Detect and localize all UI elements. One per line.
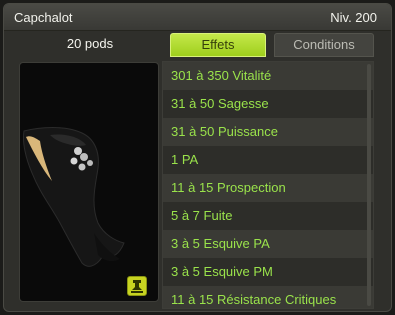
whale-hat-image — [23, 127, 125, 267]
effect-row: 5 à 7 Fuite — [163, 202, 373, 230]
item-weight: 20 pods — [66, 36, 114, 51]
item-image-frame — [19, 62, 159, 302]
effect-row: 11 à 15 Prospection — [163, 174, 373, 202]
effect-row: 1 PA — [163, 146, 373, 174]
item-tooltip-panel: Capchalot Niv. 200 20 pods Effets Condit… — [3, 3, 392, 312]
effect-row: 301 à 350 Vitalité — [163, 62, 373, 90]
set-bonus-icon[interactable] — [127, 276, 147, 296]
tab-effets[interactable]: Effets — [170, 33, 266, 57]
set-glyph-icon — [131, 280, 143, 293]
effect-row: 31 à 50 Sagesse — [163, 90, 373, 118]
effect-row: 3 à 5 Esquive PM — [163, 258, 373, 286]
tab-conditions[interactable]: Conditions — [274, 33, 374, 57]
effect-row: 3 à 5 Esquive PA — [163, 230, 373, 258]
effect-row: 31 à 50 Puissance — [163, 118, 373, 146]
item-name: Capchalot — [14, 10, 73, 25]
effects-list: 301 à 350 Vitalité 31 à 50 Sagesse 31 à … — [162, 61, 374, 309]
effect-row: 11 à 15 Résistance Critiques — [163, 286, 373, 308]
item-title-bar: Capchalot Niv. 200 — [4, 4, 391, 31]
effects-scrollbar[interactable] — [367, 64, 371, 306]
item-level: Niv. 200 — [330, 10, 377, 25]
